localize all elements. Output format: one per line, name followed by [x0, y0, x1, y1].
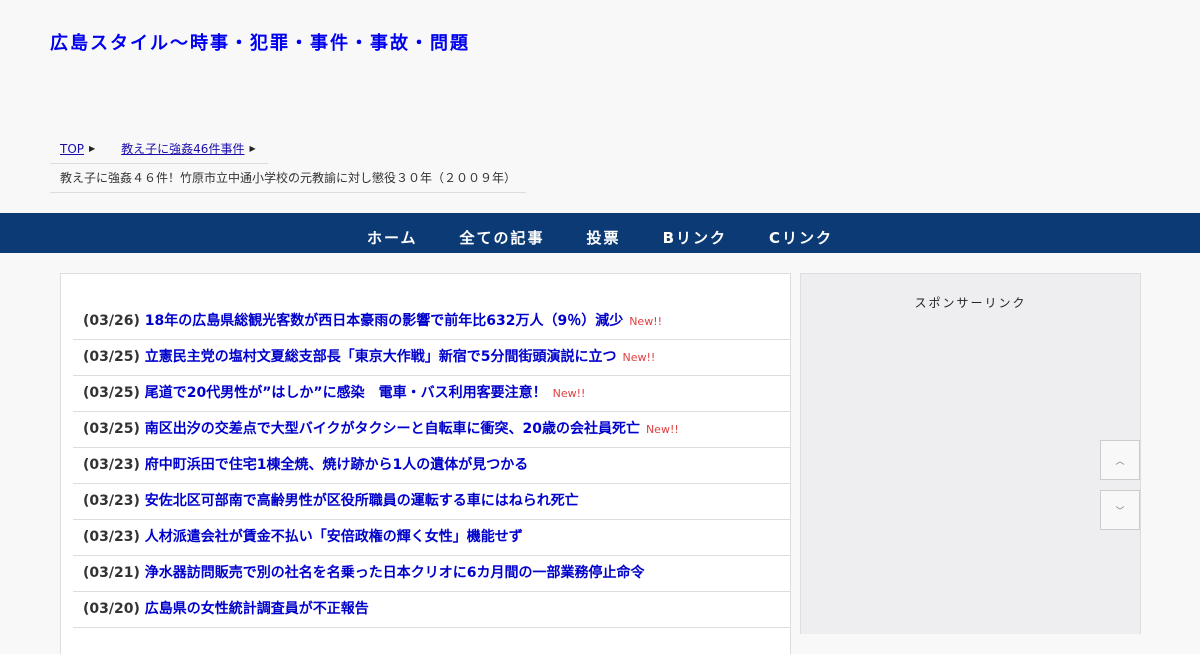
nav-item-vote[interactable]: 投票	[566, 213, 642, 253]
news-link[interactable]: 立憲民主党の塩村文夏総支部長「東京大作戦」新宿で5分間街頭演説に立つ	[145, 349, 617, 365]
new-badge: New!!	[552, 387, 586, 400]
nav-item-all-articles[interactable]: 全ての記事	[439, 213, 566, 253]
nav-item-c-link[interactable]: Cリンク	[748, 213, 854, 253]
list-item: (03/20) 広島県の女性統計調査員が不正報告	[73, 592, 790, 628]
breadcrumb: TOP ▶ 教え子に強姦46件事件 ▶ 教え子に強姦４６件！竹原市立中通小学校の…	[50, 134, 526, 193]
news-link[interactable]: 尾道で20代男性が”はしか”に感染 電車・バス利用客要注意！	[145, 385, 547, 401]
news-link[interactable]: 府中町浜田で住宅1棟全焼、焼け跡から1人の遺体が見つかる	[145, 457, 528, 473]
scroll-bottom-button[interactable]: ﹀	[1100, 490, 1140, 530]
caret-right-icon: ▶	[249, 144, 256, 153]
scroll-top-button[interactable]: ︿	[1100, 440, 1140, 480]
news-link[interactable]: 安佐北区可部南で高齢男性が区役所職員の運転する車にはねられ死亡	[145, 493, 579, 509]
news-link[interactable]: 南区出汐の交差点で大型バイクがタクシーと自転車に衝突、20歳の会社員死亡	[145, 421, 640, 437]
list-item: (03/23) 府中町浜田で住宅1棟全焼、焼け跡から1人の遺体が見つかる	[73, 448, 790, 484]
breadcrumb-top-link[interactable]: TOP	[60, 142, 84, 156]
breadcrumb-category-link[interactable]: 教え子に強姦46件事件	[121, 140, 244, 157]
news-list: (03/26) 18年の広島県総観光客数が西日本豪雨の影響で前年比632万人（9…	[61, 274, 790, 628]
nav-item-b-link[interactable]: Bリンク	[642, 213, 748, 253]
news-date: (03/23)	[83, 493, 140, 509]
site-title[interactable]: 広島スタイル～時事・犯罪・事件・事故・問題	[50, 29, 470, 55]
news-date: (03/25)	[83, 385, 140, 401]
list-item: (03/25) 南区出汐の交差点で大型バイクがタクシーと自転車に衝突、20歳の会…	[73, 412, 790, 448]
sidebar: スポンサーリンク	[800, 273, 1141, 634]
news-date: (03/25)	[83, 349, 140, 365]
new-badge: New!!	[629, 315, 663, 328]
news-link[interactable]: 広島県の女性統計調査員が不正報告	[145, 601, 369, 617]
list-item: (03/21) 浄水器訪問販売で別の社名を名乗った日本クリオに6カ月間の一部業務…	[73, 556, 790, 592]
news-date: (03/21)	[83, 565, 140, 581]
list-item: (03/25) 尾道で20代男性が”はしか”に感染 電車・バス利用客要注意！ Ne…	[73, 376, 790, 412]
list-item: (03/25) 立憲民主党の塩村文夏総支部長「東京大作戦」新宿で5分間街頭演説に…	[73, 340, 790, 376]
new-badge: New!!	[645, 423, 679, 436]
breadcrumb-current: 教え子に強姦４６件！竹原市立中通小学校の元教諭に対し懲役３０年（２００９年）	[50, 164, 526, 193]
news-date: (03/23)	[83, 457, 140, 473]
nav-item-home[interactable]: ホーム	[346, 213, 439, 253]
caret-right-icon: ▶	[89, 144, 96, 153]
news-date: (03/20)	[83, 601, 140, 617]
breadcrumb-links: TOP ▶ 教え子に強姦46件事件 ▶	[50, 134, 268, 164]
sponsor-label: スポンサーリンク	[914, 296, 1027, 310]
news-link[interactable]: 18年の広島県総観光客数が西日本豪雨の影響で前年比632万人（9％）減少	[145, 313, 623, 329]
news-date: (03/23)	[83, 529, 140, 545]
chevron-up-icon: ︿	[1115, 456, 1125, 467]
list-item: (03/23) 安佐北区可部南で高齢男性が区役所職員の運転する車にはねられ死亡	[73, 484, 790, 520]
news-link[interactable]: 浄水器訪問販売で別の社名を名乗った日本クリオに6カ月間の一部業務停止命令	[145, 565, 645, 581]
list-item: (03/23) 人材派遣会社が賃金不払い「安倍政権の輝く女性」機能せず	[73, 520, 790, 556]
news-link[interactable]: 人材派遣会社が賃金不払い「安倍政権の輝く女性」機能せず	[145, 529, 523, 545]
global-nav: ホーム 全ての記事 投票 Bリンク Cリンク	[0, 213, 1200, 253]
chevron-down-icon: ﹀	[1115, 506, 1125, 517]
new-badge: New!!	[622, 351, 656, 364]
news-date: (03/25)	[83, 421, 140, 437]
news-date: (03/26)	[83, 313, 140, 329]
list-item: (03/26) 18年の広島県総観光客数が西日本豪雨の影響で前年比632万人（9…	[73, 304, 790, 340]
main-content: (03/26) 18年の広島県総観光客数が西日本豪雨の影響で前年比632万人（9…	[60, 273, 791, 654]
